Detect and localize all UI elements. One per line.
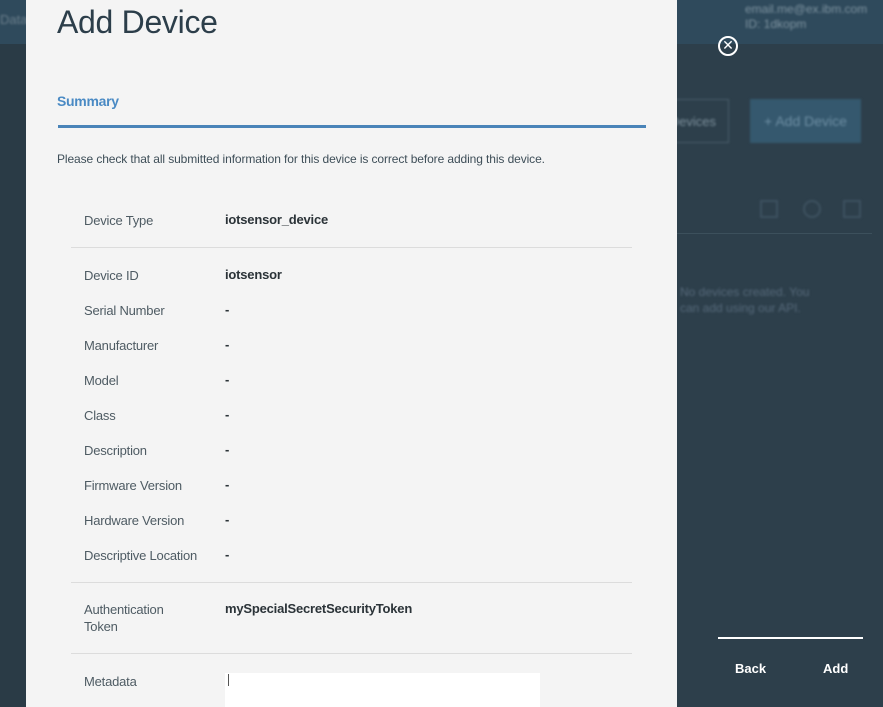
add-device-modal: Add Device Summary Please check that all… — [26, 0, 677, 707]
value-device-type: iotsensor_device — [225, 212, 329, 227]
label-serial-number: Serial Number — [84, 303, 165, 318]
background-user-email: email.me@ex.ibm.com — [745, 2, 868, 16]
label-model: Model — [84, 373, 119, 388]
wizard-progress-line — [718, 637, 863, 639]
close-button[interactable]: ✕ — [718, 36, 738, 56]
background-left-text: Data — [0, 12, 28, 27]
background-user-info: email.me@ex.ibm.com ID: 1dkopm — [745, 2, 867, 32]
text-cursor — [228, 674, 229, 686]
metadata-field[interactable] — [225, 673, 540, 707]
value-authentication-token: mySpecialSecretSecurityToken — [225, 601, 413, 616]
intro-text: Please check that all submitted informat… — [57, 152, 545, 166]
label-descriptive-location: Descriptive Location — [84, 548, 198, 563]
value-description: - — [225, 442, 230, 457]
label-manufacturer: Manufacturer — [84, 338, 159, 353]
value-device-id: iotsensor — [225, 267, 282, 282]
divider — [71, 247, 632, 248]
label-authentication-token: Authentication Token — [84, 602, 164, 634]
value-hardware-version: - — [225, 512, 230, 527]
label-hardware-version: Hardware Version — [84, 513, 185, 528]
value-model: - — [225, 372, 230, 387]
background-info-line1: No devices created. You — [680, 285, 810, 299]
value-descriptive-location: - — [225, 547, 230, 562]
label-device-id: Device ID — [84, 268, 139, 283]
tab-summary[interactable]: Summary — [57, 93, 119, 109]
divider — [71, 582, 632, 583]
modal-title: Add Device — [57, 4, 218, 40]
label-firmware-version: Firmware Version — [84, 478, 182, 493]
search-icon — [803, 200, 821, 218]
close-icon: ✕ — [722, 37, 734, 53]
background-info-line2: can add using our API. — [680, 301, 801, 315]
label-description: Description — [84, 443, 147, 458]
tab-active-indicator — [58, 125, 646, 128]
background-add-device-button: + Add Device — [750, 99, 861, 143]
label-device-type: Device Type — [84, 213, 154, 228]
value-manufacturer: - — [225, 337, 230, 352]
trash-icon — [843, 200, 861, 218]
add-button[interactable]: Add — [823, 661, 848, 676]
divider — [71, 653, 632, 654]
background-user-org: ID: 1dkopm — [745, 17, 807, 31]
tag-icon — [760, 200, 778, 218]
back-button[interactable]: Back — [735, 661, 766, 676]
background-info-text: No devices created. You can add using ou… — [680, 284, 809, 316]
label-class: Class — [84, 408, 116, 423]
value-class: - — [225, 407, 230, 422]
label-metadata: Metadata — [84, 674, 137, 689]
value-firmware-version: - — [225, 477, 230, 492]
value-serial-number: - — [225, 302, 230, 317]
